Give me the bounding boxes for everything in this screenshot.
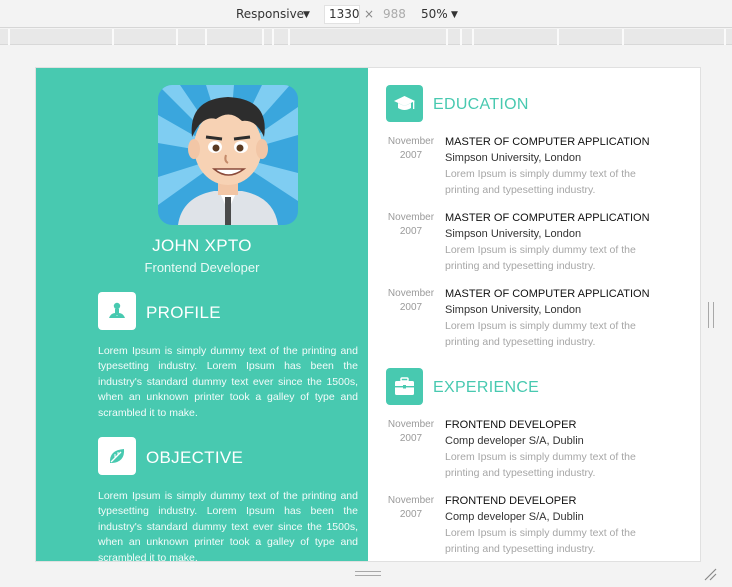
profile-text: Lorem Ipsum is simply dummy text of the …	[98, 345, 358, 419]
education-entry: November 2007 MASTER OF COMPUTER APPLICAT…	[368, 135, 700, 205]
entry-date: November 2007	[380, 418, 442, 446]
entry-subtitle: Simpson University, London	[445, 152, 582, 164]
zoom-dropdown-caret-icon[interactable]: ▼	[451, 8, 458, 23]
education-title: EDUCATION	[433, 96, 529, 113]
viewport-width-input[interactable]: 1330	[324, 5, 360, 24]
devtools-device-toolbar: Responsive ▼ 1330 × 988 50% ▼	[0, 0, 732, 28]
entry-description: Lorem Ipsum is simply dummy text of the …	[445, 244, 636, 272]
resize-corner-icon[interactable]	[703, 566, 717, 581]
experience-entry: November 2007 FRONTEND DEVELOPER Comp dev…	[368, 494, 700, 561]
media-query-marker[interactable]	[112, 29, 114, 45]
device-selector[interactable]: Responsive	[236, 7, 304, 22]
entry-date: November 2007	[380, 494, 442, 522]
media-query-marker[interactable]	[176, 29, 178, 45]
entry-year: 2007	[399, 226, 423, 237]
media-query-marker[interactable]	[622, 29, 624, 45]
experience-title: EXPERIENCE	[433, 379, 540, 396]
entry-month: November	[387, 419, 435, 430]
person-icon	[98, 292, 136, 330]
profile-title: PROFILE	[146, 303, 221, 322]
entry-date: November 2007	[380, 287, 442, 315]
experience-entry: November 2007 FRONTEND DEVELOPER Comp dev…	[368, 418, 700, 488]
media-query-marker[interactable]	[557, 29, 559, 45]
entry-date: November 2007	[380, 135, 442, 163]
resume-sidebar: JOHN XPTO Frontend Developer PROFILE Lor…	[36, 68, 368, 562]
viewport-height-input[interactable]: 988	[380, 7, 410, 22]
entry-month: November	[387, 495, 435, 506]
resize-handle-bottom[interactable]	[355, 571, 381, 576]
media-query-marker[interactable]	[8, 29, 10, 45]
entry-year: 2007	[399, 150, 423, 161]
media-query-marker[interactable]	[272, 29, 274, 45]
media-query-marker[interactable]	[446, 29, 448, 45]
media-query-marker[interactable]	[205, 29, 207, 45]
entry-subtitle: Simpson University, London	[445, 304, 582, 316]
device-dropdown-caret-icon[interactable]: ▼	[303, 8, 310, 23]
entry-title: FRONTEND DEVELOPER	[445, 419, 577, 431]
media-query-marker[interactable]	[460, 29, 462, 45]
resume-role: Frontend Developer	[144, 260, 260, 275]
media-query-marker[interactable]	[262, 29, 264, 45]
objective-title: OBJECTIVE	[146, 448, 244, 467]
entry-month: November	[387, 288, 435, 299]
education-entry: November 2007 MASTER OF COMPUTER APPLICAT…	[368, 211, 700, 281]
entry-title: MASTER OF COMPUTER APPLICATION	[445, 288, 650, 300]
resize-handle-right[interactable]	[708, 302, 714, 328]
media-query-marker[interactable]	[724, 29, 726, 45]
entry-description: Lorem Ipsum is simply dummy text of the …	[445, 527, 636, 555]
resume-name: JOHN XPTO	[152, 236, 252, 255]
entry-description: Lorem Ipsum is simply dummy text of the …	[445, 168, 636, 196]
entry-month: November	[387, 136, 435, 147]
objective-text: Lorem Ipsum is simply dummy text of the …	[98, 490, 358, 562]
entry-subtitle: Simpson University, London	[445, 228, 582, 240]
zoom-selector[interactable]: 50%	[421, 7, 448, 22]
leaf-icon	[98, 437, 136, 475]
dimension-separator: ×	[364, 7, 375, 21]
entry-subtitle: Comp developer S/A, Dublin	[445, 511, 584, 523]
avatar	[158, 85, 298, 225]
media-query-bar[interactable]	[0, 29, 732, 45]
education-entry: November 2007 MASTER OF COMPUTER APPLICAT…	[368, 287, 700, 357]
entry-description: Lorem Ipsum is simply dummy text of the …	[445, 320, 636, 348]
entry-title: MASTER OF COMPUTER APPLICATION	[445, 212, 650, 224]
emulated-viewport: JOHN XPTO Frontend Developer PROFILE Lor…	[35, 67, 701, 562]
entry-description: Lorem Ipsum is simply dummy text of the …	[445, 451, 636, 479]
graduation-cap-icon	[386, 85, 423, 122]
briefcase-icon	[386, 368, 423, 405]
resume-main: EDUCATION November 2007 MASTER OF COMPUTE…	[368, 68, 700, 561]
media-query-marker[interactable]	[288, 29, 290, 45]
entry-year: 2007	[399, 509, 423, 520]
entry-title: FRONTEND DEVELOPER	[445, 495, 577, 507]
entry-title: MASTER OF COMPUTER APPLICATION	[445, 136, 650, 148]
media-query-marker[interactable]	[472, 29, 474, 45]
entry-month: November	[387, 212, 435, 223]
entry-subtitle: Comp developer S/A, Dublin	[445, 435, 584, 447]
entry-date: November 2007	[380, 211, 442, 239]
entry-year: 2007	[399, 302, 423, 313]
entry-year: 2007	[399, 433, 423, 444]
